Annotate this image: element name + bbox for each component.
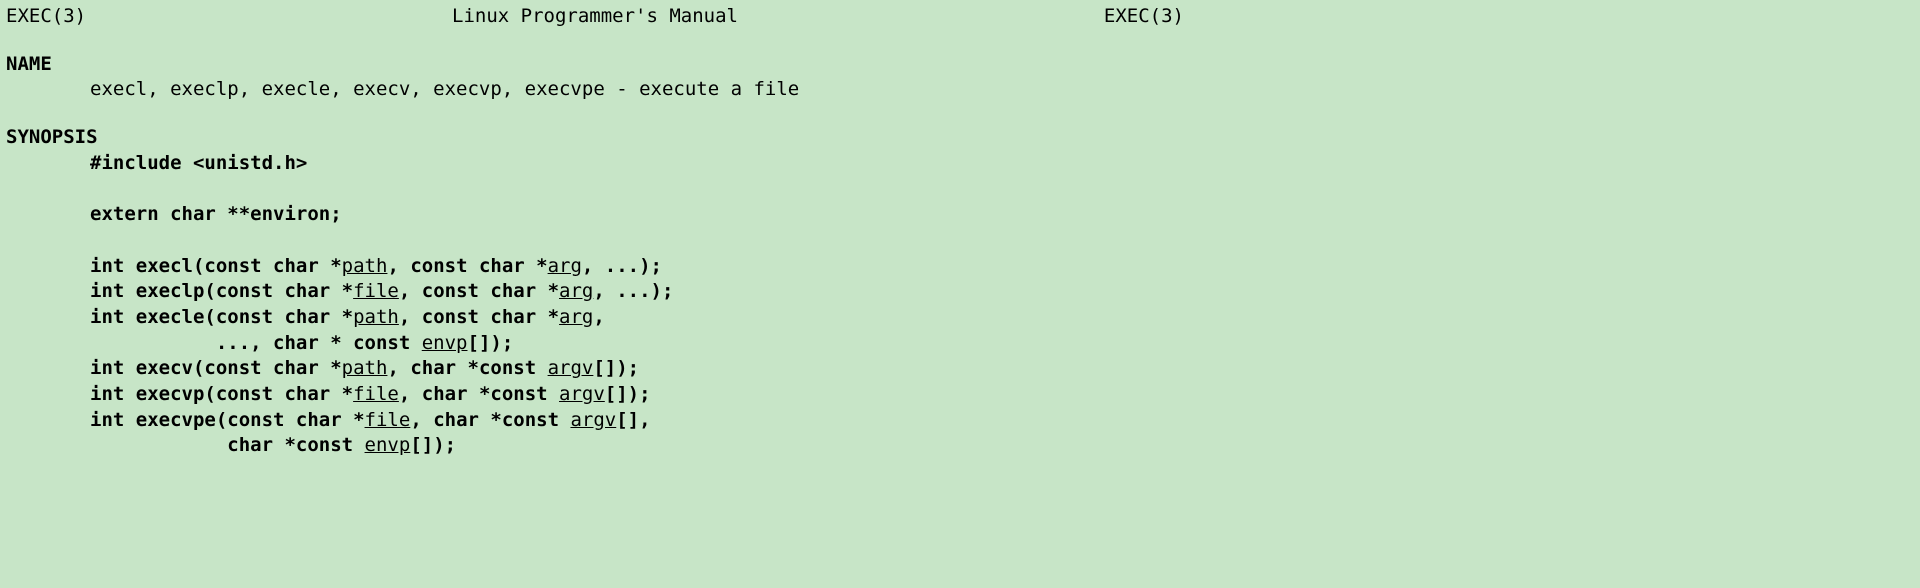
- sig-text: int execle(const char *: [90, 306, 353, 328]
- synopsis-include: #include <unistd.h>: [0, 151, 1920, 177]
- param-argv: argv: [548, 357, 594, 379]
- sig-execv: int execv(const char *path, char *const …: [0, 356, 1920, 382]
- sig-text: , const char *: [399, 306, 559, 328]
- sig-text: int execvpe(const char *: [90, 409, 365, 431]
- param-argv: argv: [570, 409, 616, 431]
- sig-text: , const char *: [387, 255, 547, 277]
- param-path: path: [342, 255, 388, 277]
- sig-text: []);: [410, 434, 456, 456]
- sig-text: int execv(const char *: [90, 357, 342, 379]
- param-arg: arg: [559, 280, 593, 302]
- param-file: file: [365, 409, 411, 431]
- sig-text: int execlp(const char *: [90, 280, 353, 302]
- blank-line: [0, 176, 1920, 202]
- sig-text: []);: [605, 383, 651, 405]
- section-name-title: NAME: [0, 52, 1920, 78]
- param-arg: arg: [559, 306, 593, 328]
- param-envp: envp: [422, 332, 468, 354]
- sig-text: []);: [593, 357, 639, 379]
- sig-execle: int execle(const char *path, const char …: [0, 305, 1920, 331]
- sig-execvpe: int execvpe(const char *file, char *cons…: [0, 408, 1920, 434]
- param-path: path: [353, 306, 399, 328]
- sig-text: , ...);: [593, 280, 673, 302]
- synopsis-extern: extern char **environ;: [0, 202, 1920, 228]
- param-file: file: [353, 383, 399, 405]
- sig-execlp: int execlp(const char *file, const char …: [0, 279, 1920, 305]
- sig-text: , ...);: [582, 255, 662, 277]
- sig-text: int execl(const char *: [90, 255, 342, 277]
- sig-text: ..., char * const: [90, 332, 422, 354]
- sig-text: , char *const: [387, 357, 547, 379]
- sig-execvp: int execvp(const char *file, char *const…: [0, 382, 1920, 408]
- param-file: file: [353, 280, 399, 302]
- sig-execvpe-cont: char *const envp[]);: [0, 433, 1920, 459]
- sig-text: , const char *: [399, 280, 559, 302]
- sig-execl: int execl(const char *path, const char *…: [0, 254, 1920, 280]
- sig-text: [],: [616, 409, 650, 431]
- sig-text: char *const: [90, 434, 365, 456]
- sig-text: , char *const: [410, 409, 570, 431]
- param-arg: arg: [548, 255, 582, 277]
- param-envp: envp: [365, 434, 411, 456]
- sig-text: int execvp(const char *: [90, 383, 353, 405]
- header-left: EXEC(3): [6, 4, 86, 30]
- blank-line: [0, 228, 1920, 254]
- sig-text: ,: [593, 306, 604, 328]
- sig-text: , char *const: [399, 383, 559, 405]
- param-argv: argv: [559, 383, 605, 405]
- manpage-header: EXEC(3) Linux Programmer's Manual EXEC(3…: [0, 4, 1190, 30]
- header-right: EXEC(3): [1104, 4, 1184, 30]
- sig-text: []);: [468, 332, 514, 354]
- section-synopsis-title: SYNOPSIS: [0, 125, 1920, 151]
- sig-execle-cont: ..., char * const envp[]);: [0, 331, 1920, 357]
- header-center: Linux Programmer's Manual: [452, 4, 738, 30]
- name-text: execl, execlp, execle, execv, execvp, ex…: [0, 77, 1920, 103]
- param-path: path: [342, 357, 388, 379]
